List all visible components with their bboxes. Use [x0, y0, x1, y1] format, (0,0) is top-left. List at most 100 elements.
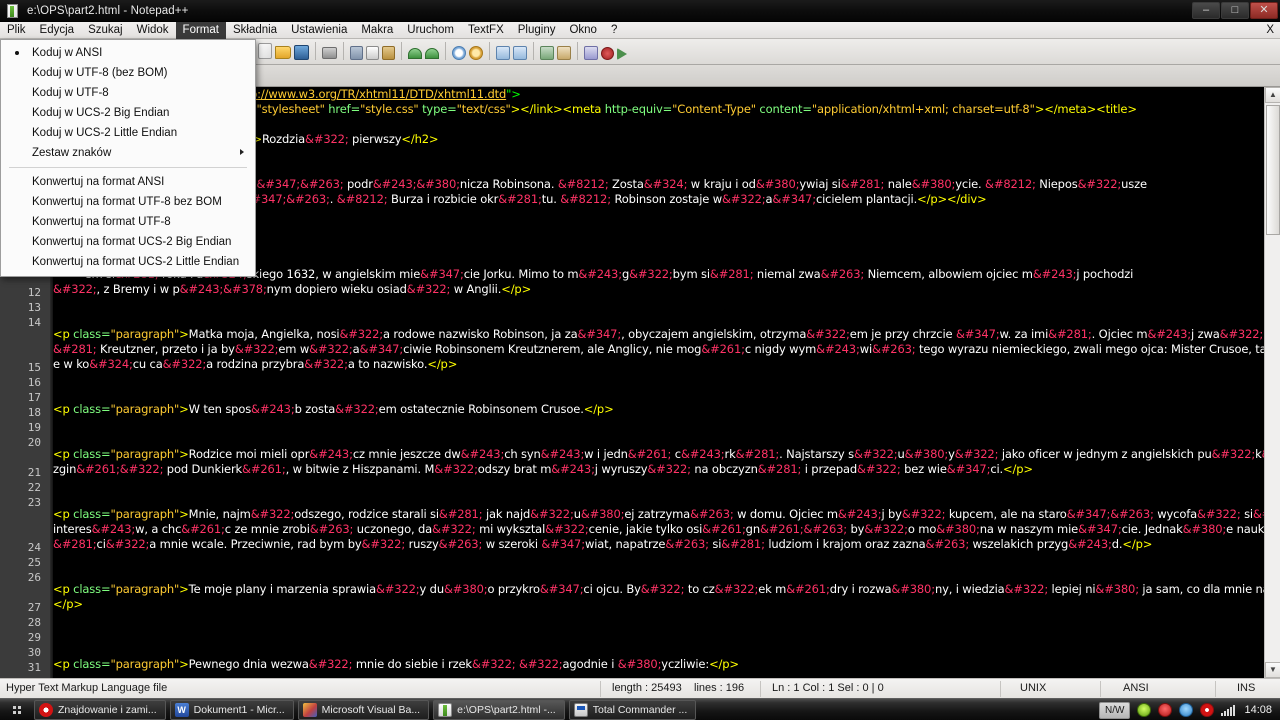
- code-token: class=: [73, 582, 111, 596]
- word-wrap-icon[interactable]: [557, 45, 571, 60]
- print-icon[interactable]: [322, 47, 337, 59]
- minimize-button[interactable]: –: [1192, 2, 1220, 19]
- save-icon[interactable]: [294, 44, 309, 60]
- undo-icon[interactable]: [408, 48, 422, 59]
- code-token: Pewnego dnia wezwa: [188, 657, 309, 671]
- find-icon[interactable]: [452, 45, 466, 60]
- maximize-button[interactable]: □: [1221, 2, 1249, 19]
- format-menu-item-label: Konwertuj na format UTF-8: [32, 216, 171, 228]
- code-token: &#322;: [1197, 507, 1241, 521]
- close-document-button[interactable]: X: [1266, 24, 1274, 36]
- format-menu-item-8[interactable]: Konwertuj na format UTF-8 bez BOM: [1, 192, 255, 212]
- menu-edycja[interactable]: Edycja: [33, 22, 82, 39]
- record-macro-icon[interactable]: [601, 46, 614, 60]
- format-menu-item-1[interactable]: Koduj w UTF-8 (bez BOM): [1, 63, 255, 83]
- menu-skladnia[interactable]: Składnia: [226, 22, 284, 39]
- status-bar: Hyper Text Markup Language file length :…: [0, 678, 1280, 698]
- menu-szukaj[interactable]: Szukaj: [81, 22, 130, 39]
- format-menu-item-7[interactable]: Konwertuj na format ANSI: [1, 172, 255, 192]
- code-token: &#281;: [53, 537, 97, 551]
- menu-help[interactable]: ?: [604, 22, 624, 39]
- cut-icon[interactable]: [350, 45, 363, 60]
- redo-icon[interactable]: [425, 48, 439, 59]
- code-token: &#281;: [709, 267, 754, 281]
- replace-icon[interactable]: [469, 45, 483, 60]
- code-token: "style.css": [360, 102, 423, 116]
- line-number: 19: [27, 421, 41, 434]
- taskbar-clock[interactable]: 14:08: [1244, 704, 1272, 716]
- taskbar-item-opera[interactable]: Znajdowanie i zami...: [34, 699, 166, 720]
- code-token: </p></div>: [917, 192, 987, 206]
- code-token: &#243;: [540, 447, 585, 461]
- code-token: pod Dunkierk: [163, 462, 243, 476]
- format-menu-item-0[interactable]: Koduj w ANSI: [1, 43, 255, 63]
- format-menu-item-2[interactable]: Koduj w UTF-8: [1, 83, 255, 103]
- signal-bars-icon[interactable]: [1221, 704, 1236, 716]
- taskbar-item-totalcommander[interactable]: Total Commander ...: [568, 699, 697, 720]
- menu-uruchom[interactable]: Uruchom: [400, 22, 461, 39]
- code-token: >: [179, 402, 189, 416]
- show-symbol-icon[interactable]: [584, 45, 598, 60]
- code-line: <p class="paragraph">W ten spos&#243;b z…: [53, 402, 1264, 417]
- taskbar-item-visualbasic[interactable]: Microsoft Visual Ba...: [297, 699, 430, 720]
- network-icon[interactable]: [1179, 703, 1194, 717]
- line-number: 27: [27, 601, 41, 614]
- menu-pluginy[interactable]: Pluginy: [511, 22, 563, 39]
- checked-bullet-icon: [15, 51, 19, 55]
- menu-format[interactable]: Format: [175, 21, 226, 39]
- taskbar-item-word[interactable]: W Dokument1 - Micr...: [169, 699, 294, 720]
- code-token: a to nazwisko.: [347, 357, 428, 371]
- format-menu-item-5[interactable]: Zestaw znaków: [1, 143, 255, 163]
- comodo-icon[interactable]: [1158, 703, 1173, 717]
- new-file-icon[interactable]: [258, 43, 272, 59]
- shield-green-icon[interactable]: [1137, 703, 1152, 717]
- code-token: nicza Robinsona.: [459, 177, 558, 191]
- format-dropdown-menu[interactable]: Koduj w ANSI Koduj w UTF-8 (bez BOM) Koduj…: [0, 39, 256, 277]
- zoom-in-icon[interactable]: [496, 45, 510, 60]
- scroll-up-arrow[interactable]: ▲: [1265, 87, 1280, 103]
- scrollbar-thumb[interactable]: [1266, 105, 1280, 235]
- format-menu-item-10[interactable]: Konwertuj na format UCS-2 Big Endian: [1, 232, 255, 252]
- open-file-icon[interactable]: [275, 46, 291, 59]
- line-number: 18: [27, 406, 41, 419]
- copy-icon[interactable]: [366, 45, 379, 60]
- code-token: </p>: [709, 657, 739, 671]
- taskbar-item-notepadpp[interactable]: e:\OPS\part2.html -...: [433, 699, 565, 720]
- code-token: si: [1240, 507, 1253, 521]
- code-token: &#322;: [857, 462, 901, 476]
- menu-makra[interactable]: Makra: [354, 22, 400, 39]
- close-button[interactable]: ✕: [1250, 2, 1278, 19]
- sync-scroll-icon[interactable]: [540, 45, 554, 60]
- opera-tray-icon[interactable]: [1200, 703, 1215, 717]
- code-token: ej zatrzyma: [624, 507, 691, 521]
- format-menu-item-3[interactable]: Koduj w UCS-2 Big Endian: [1, 103, 255, 123]
- format-menu-item-9[interactable]: Konwertuj na format UTF-8: [1, 212, 255, 232]
- menu-textfx[interactable]: TextFX: [461, 22, 511, 39]
- code-token: na w naszym mie: [979, 522, 1079, 536]
- code-token: nale: [884, 177, 912, 191]
- code-token: Zosta: [608, 177, 644, 191]
- code-token: &#322;: [250, 507, 295, 521]
- menu-plik[interactable]: Plik: [0, 22, 33, 39]
- code-token: &#261;: [702, 522, 746, 536]
- code-token: </p>: [1003, 462, 1033, 476]
- start-grip[interactable]: [4, 700, 30, 720]
- menu-widok[interactable]: Widok: [130, 22, 176, 39]
- keyboard-layout-indicator[interactable]: N/W: [1099, 701, 1131, 719]
- code-token: "text/css": [456, 102, 511, 116]
- code-token: bym si: [672, 267, 710, 281]
- code-line: &#281; Kreutzner, przeto i ja by&#322;em…: [53, 342, 1280, 357]
- opera-icon: [39, 702, 53, 717]
- menu-okno[interactable]: Okno: [562, 22, 604, 39]
- paste-icon[interactable]: [382, 45, 395, 60]
- zoom-out-icon[interactable]: [513, 45, 527, 60]
- scroll-down-arrow[interactable]: ▼: [1265, 662, 1280, 678]
- code-token: i przepad: [801, 462, 858, 476]
- code-token: &#322;: [1077, 177, 1122, 191]
- editor-vertical-scrollbar[interactable]: ▲ ▼: [1264, 87, 1280, 678]
- code-token: &#8212;: [560, 192, 611, 206]
- play-macro-icon[interactable]: [617, 47, 627, 60]
- format-menu-item-11[interactable]: Konwertuj na format UCS-2 Little Endian: [1, 252, 255, 272]
- format-menu-item-4[interactable]: Koduj w UCS-2 Little Endian: [1, 123, 255, 143]
- menu-ustawienia[interactable]: Ustawienia: [284, 22, 354, 39]
